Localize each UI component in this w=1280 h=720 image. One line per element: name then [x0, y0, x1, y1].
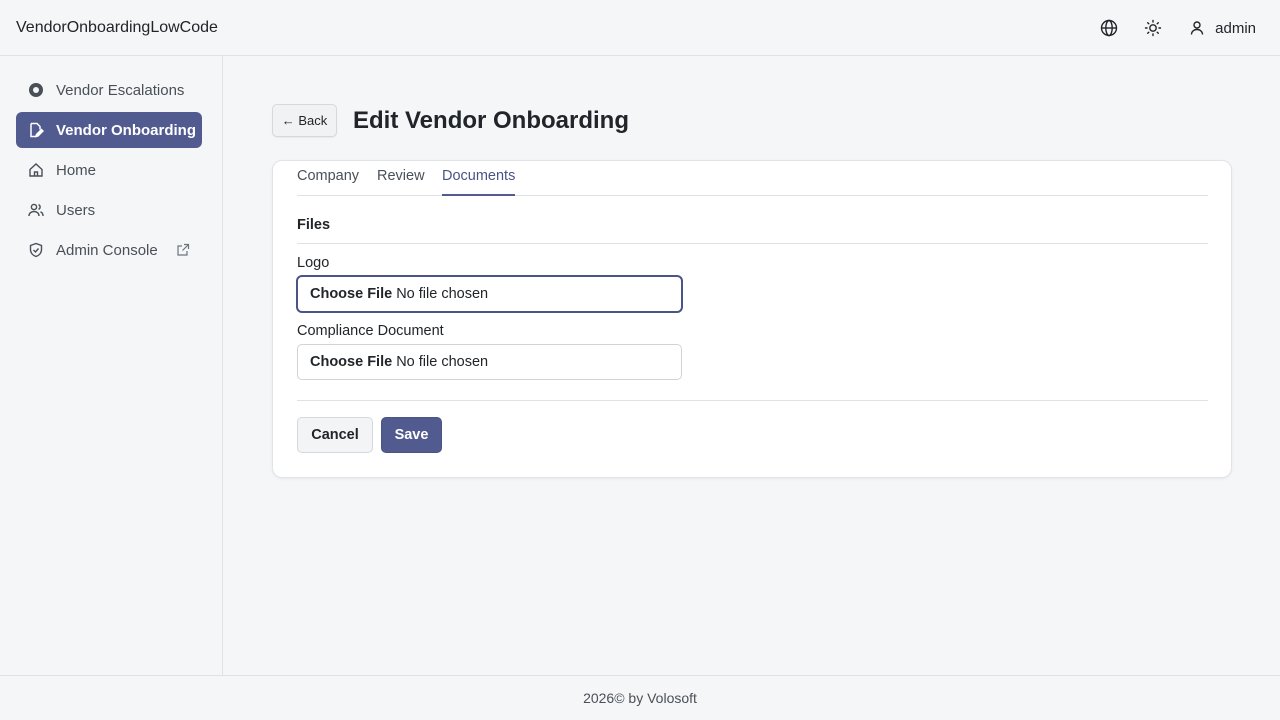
file-status: No file chosen [396, 354, 489, 370]
tab-bar: Company Review Documents [297, 161, 1208, 196]
sidebar-item-label: Vendor Onboarding [56, 121, 197, 139]
compliance-document-label: Compliance Document [297, 323, 444, 339]
sidebar-item-label: Home [56, 161, 97, 179]
sidebar-item-home[interactable]: Home [16, 152, 202, 188]
choose-file-button[interactable]: Choose File [310, 286, 392, 302]
logo-file-input[interactable]: Choose File No file chosen [297, 276, 682, 312]
sidebar-item-users[interactable]: Users [16, 192, 202, 228]
sidebar-item-vendor-onboarding[interactable]: Vendor Onboarding [16, 112, 202, 148]
page-footer: 2026© by Volosoft [0, 675, 1280, 720]
app-title[interactable]: VendorOnboardingLowCode [16, 18, 218, 38]
cancel-button[interactable]: Cancel [297, 417, 373, 453]
user-menu[interactable]: admin [1185, 16, 1256, 40]
globe-icon[interactable] [1097, 16, 1121, 40]
divider [297, 243, 1208, 244]
tab-documents[interactable]: Documents [442, 168, 516, 196]
logo-label: Logo [297, 255, 330, 271]
top-actions: admin [1077, 16, 1256, 40]
edit-form-card: Company Review Documents Files Logo Choo… [272, 160, 1232, 478]
save-button[interactable]: Save [381, 417, 442, 453]
page-title: Edit Vendor Onboarding [353, 107, 629, 134]
tab-review[interactable]: Review [377, 168, 425, 196]
user-name: admin [1215, 19, 1256, 37]
shield-check-icon [28, 242, 44, 258]
home-icon [28, 162, 44, 178]
users-icon [28, 202, 44, 218]
section-title-files: Files [297, 217, 331, 233]
back-button[interactable]: ← Back [272, 104, 337, 137]
user-icon [1185, 16, 1209, 40]
tab-company[interactable]: Company [297, 168, 359, 196]
file-status: No file chosen [396, 286, 489, 302]
sidebar-item-label: Vendor Escalations [56, 81, 185, 99]
external-link-icon [176, 243, 190, 257]
sidebar-item-vendor-escalations[interactable]: Vendor Escalations [16, 72, 202, 108]
pencil-document-icon [28, 122, 44, 138]
compliance-document-file-input[interactable]: Choose File No file chosen [297, 344, 682, 380]
choose-file-button[interactable]: Choose File [310, 354, 392, 370]
sun-icon[interactable] [1141, 16, 1165, 40]
sidebar-item-label: Admin Console [56, 241, 158, 259]
sidebar-item-label: Users [56, 201, 96, 219]
divider [297, 400, 1208, 401]
top-bar: VendorOnboardingLowCode admin [0, 0, 1280, 56]
footer-text: 2026© by Volosoft [583, 690, 697, 706]
sidebar: Vendor Escalations Vendor Onboarding Hom… [0, 56, 223, 675]
sidebar-item-admin-console[interactable]: Admin Console [16, 232, 202, 268]
record-circle-icon [28, 82, 44, 98]
